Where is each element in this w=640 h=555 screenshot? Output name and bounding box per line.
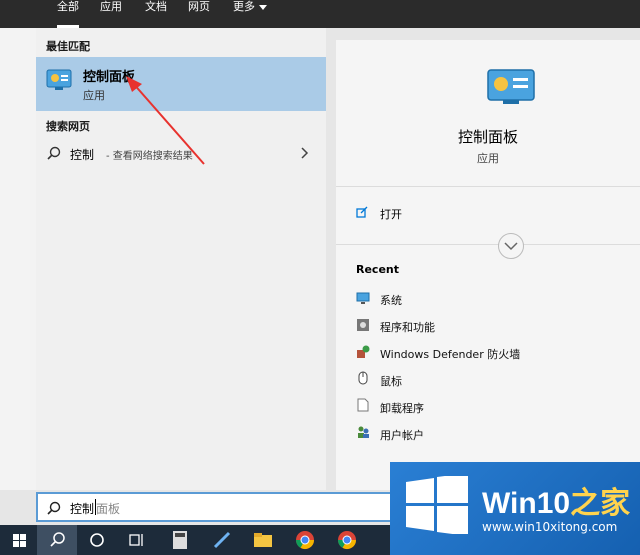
start-left-rail [0,28,36,490]
recent-header: Recent [356,263,400,276]
watermark-brand: Win10之家 [482,487,631,520]
recent-item-mouse[interactable]: 鼠标 [380,373,402,389]
search-suggestion-text: 面板 [96,502,121,516]
firewall-icon [357,345,370,358]
windows-logo [406,476,468,534]
document-icon [357,398,369,412]
search-icon[interactable] [37,525,77,555]
best-match-subtitle: 应用 [83,89,105,102]
pen-icon[interactable] [202,525,242,555]
watermark-url: www.win10xitong.com [482,520,618,534]
detail-subtitle: 应用 [477,152,499,165]
chrome-icon[interactable] [285,525,325,555]
file-explorer-icon[interactable] [243,525,283,555]
chrome-icon[interactable] [327,525,367,555]
recent-item-programs[interactable]: 程序和功能 [380,319,435,335]
programs-icon [357,319,369,331]
chevron-down-icon [259,4,267,10]
control-panel-large-icon [487,69,535,104]
web-search-header: 搜索网页 [46,120,90,133]
control-panel-icon [46,69,72,90]
best-match-header: 最佳匹配 [46,40,90,53]
tab-web[interactable]: 网页 [188,0,210,28]
annotation-arrow [126,76,205,165]
search-box[interactable]: 控制 面板 [36,492,416,522]
tab-all[interactable]: 全部 [57,0,79,28]
cortana-icon[interactable] [77,525,117,555]
tab-more[interactable]: 更多 [233,0,267,28]
divider [336,244,640,245]
recent-item-uninstall[interactable]: 卸载程序 [380,400,424,416]
windows-start-icon[interactable] [0,525,40,555]
divider [336,186,640,187]
expand-chevron-button[interactable] [497,232,525,260]
open-icon [356,206,368,218]
chevron-right-icon [301,147,309,159]
task-view-icon[interactable] [117,525,157,555]
tab-apps[interactable]: 应用 [100,0,122,28]
search-typed-text: 控制 [70,502,95,516]
tab-documents[interactable]: 文档 [145,0,167,28]
mouse-icon [358,371,368,385]
monitor-icon [356,292,370,304]
calculator-icon[interactable] [160,525,200,555]
search-icon [47,501,61,515]
open-action[interactable]: 打开 [336,200,640,226]
watermark: Win10之家 www.win10xitong.com [390,462,640,555]
recent-item-firewall[interactable]: Windows Defender 防火墙 [380,346,520,362]
search-icon [47,146,61,160]
search-scope-bar [0,0,640,28]
recent-item-system[interactable]: 系统 [380,292,402,308]
web-query: 控制 [70,148,95,162]
recent-item-users[interactable]: 用户帐户 [380,427,424,443]
users-icon [358,426,369,438]
detail-title: 控制面板 [457,128,518,146]
open-label: 打开 [380,208,402,221]
